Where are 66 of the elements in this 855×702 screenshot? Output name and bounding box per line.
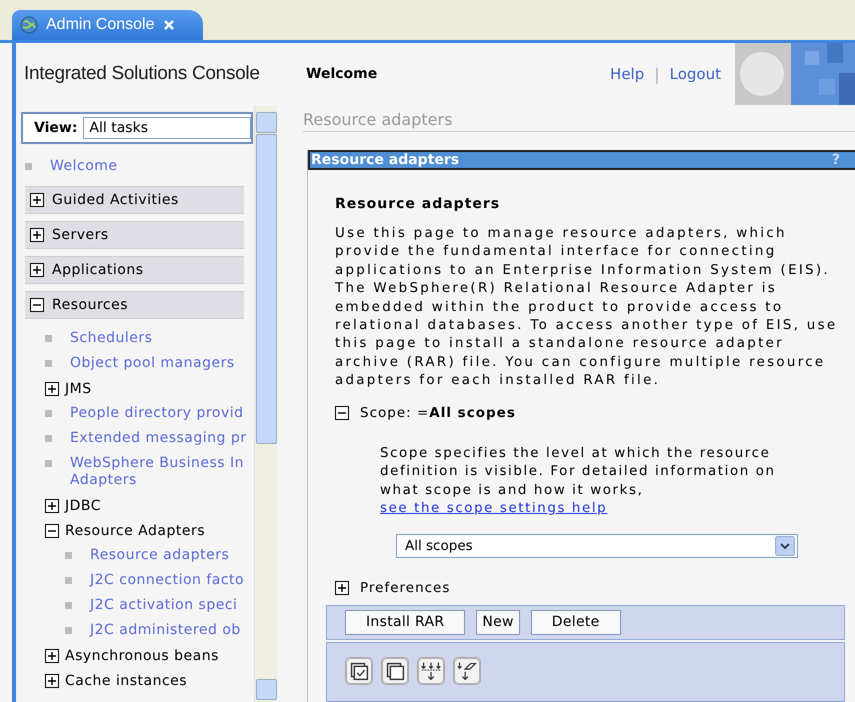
bullet-icon	[45, 335, 52, 342]
bullet-icon	[25, 163, 32, 170]
nav-link[interactable]: J2C connection facto	[90, 572, 244, 589]
nav-link[interactable]: WebSphere Business In Adapters	[70, 455, 244, 489]
scope-description: Scope specifies the level at which the resource definition is visible. For detailed information on what scope is and how it works, see the scope settings help	[380, 444, 777, 518]
nav-link[interactable]: Resource adapters	[90, 547, 230, 564]
bullet-icon	[45, 360, 52, 367]
action-button[interactable]: New	[476, 610, 520, 635]
collapse-icon[interactable]	[45, 524, 59, 538]
scope-label[interactable]: Scope: =All scopes	[360, 404, 516, 421]
nav-link[interactable]: Schedulers	[70, 330, 152, 347]
expand-icon[interactable]	[30, 263, 44, 277]
bullet-icon	[65, 627, 72, 634]
bullet-icon	[65, 577, 72, 584]
bullet-icon	[65, 602, 72, 609]
nav-group[interactable]: JMS	[45, 376, 92, 401]
nav-group[interactable]: Cache instances	[45, 668, 188, 693]
header-link[interactable]: Logout	[670, 65, 721, 83]
expand-icon[interactable]	[45, 382, 59, 396]
section-heading: Resource adapters	[335, 196, 502, 212]
nav-link[interactable]: J2C administered ob	[90, 622, 241, 639]
scrollbar[interactable]	[254, 106, 277, 702]
page-title: Welcome	[306, 66, 378, 82]
stacked-pages-icon[interactable]	[381, 656, 409, 685]
view-select[interactable]: All tasks	[83, 117, 251, 139]
nav-category[interactable]: Servers	[25, 221, 244, 249]
breadcrumb: Resource adapters	[303, 105, 855, 132]
nav-link[interactable]: Welcome	[50, 158, 118, 175]
nav-category[interactable]: Resources	[25, 291, 244, 319]
close-icon[interactable]	[162, 19, 174, 31]
preferences-label[interactable]: Preferences	[360, 580, 450, 596]
nav-link[interactable]: Extended messaging pr	[70, 430, 246, 447]
page-description: Use this page to manage resource adapters, which provide the fundamental interface for connecting applications to an Enterprise Information System (EIS). The WebSphere(R) Relational Resource Adapter is embedded within the product to provide access to relational databases. To access another type of EIS, use this page to install a standalone resource adapter archive (RAR) file. You can configure multiple resource adapters for each installed RAR file.	[335, 225, 838, 390]
link-separator: |	[654, 64, 660, 84]
arrows-down-icon[interactable]	[417, 656, 445, 685]
view-label: View:	[34, 120, 78, 136]
product-title: Integrated Solutions Console	[24, 63, 261, 85]
bullet-icon	[45, 410, 52, 417]
nav-link[interactable]: Object pool managers	[70, 355, 235, 372]
collapse-icon[interactable]	[335, 406, 349, 420]
expand-icon[interactable]	[45, 648, 59, 662]
bullet-icon	[65, 552, 72, 559]
nav-link[interactable]: J2C activation speci	[90, 597, 238, 614]
globe-icon	[20, 16, 38, 34]
expand-icon[interactable]	[45, 674, 59, 688]
expand-icon[interactable]	[30, 228, 44, 242]
bullet-icon	[45, 460, 52, 467]
scope-select[interactable]: All scopes	[396, 534, 798, 558]
action-button[interactable]: Delete	[530, 610, 621, 635]
nav-group[interactable]: JDBC	[45, 493, 102, 518]
header-link[interactable]: Help	[610, 65, 644, 83]
expand-icon[interactable]	[30, 193, 44, 207]
nav-group[interactable]: Asynchronous beans	[45, 643, 219, 668]
expand-icon[interactable]	[335, 580, 349, 595]
nav-group[interactable]: Resource Adapters	[45, 518, 205, 543]
bullet-icon	[45, 435, 52, 442]
collapse-icon[interactable]	[30, 298, 44, 312]
expand-icon[interactable]	[45, 498, 59, 512]
panel-title: Resource adapters	[311, 152, 460, 168]
action-button[interactable]: Install RAR	[345, 610, 466, 635]
checked-pages-icon[interactable]	[345, 656, 373, 685]
nav-category[interactable]: Applications	[25, 256, 244, 284]
nav-link[interactable]: People directory provid	[70, 405, 244, 422]
eraser-arrow-icon[interactable]	[453, 656, 481, 685]
scope-help-link[interactable]: see the scope settings help	[380, 501, 608, 516]
nav-category[interactable]: Guided Activities	[25, 186, 244, 214]
